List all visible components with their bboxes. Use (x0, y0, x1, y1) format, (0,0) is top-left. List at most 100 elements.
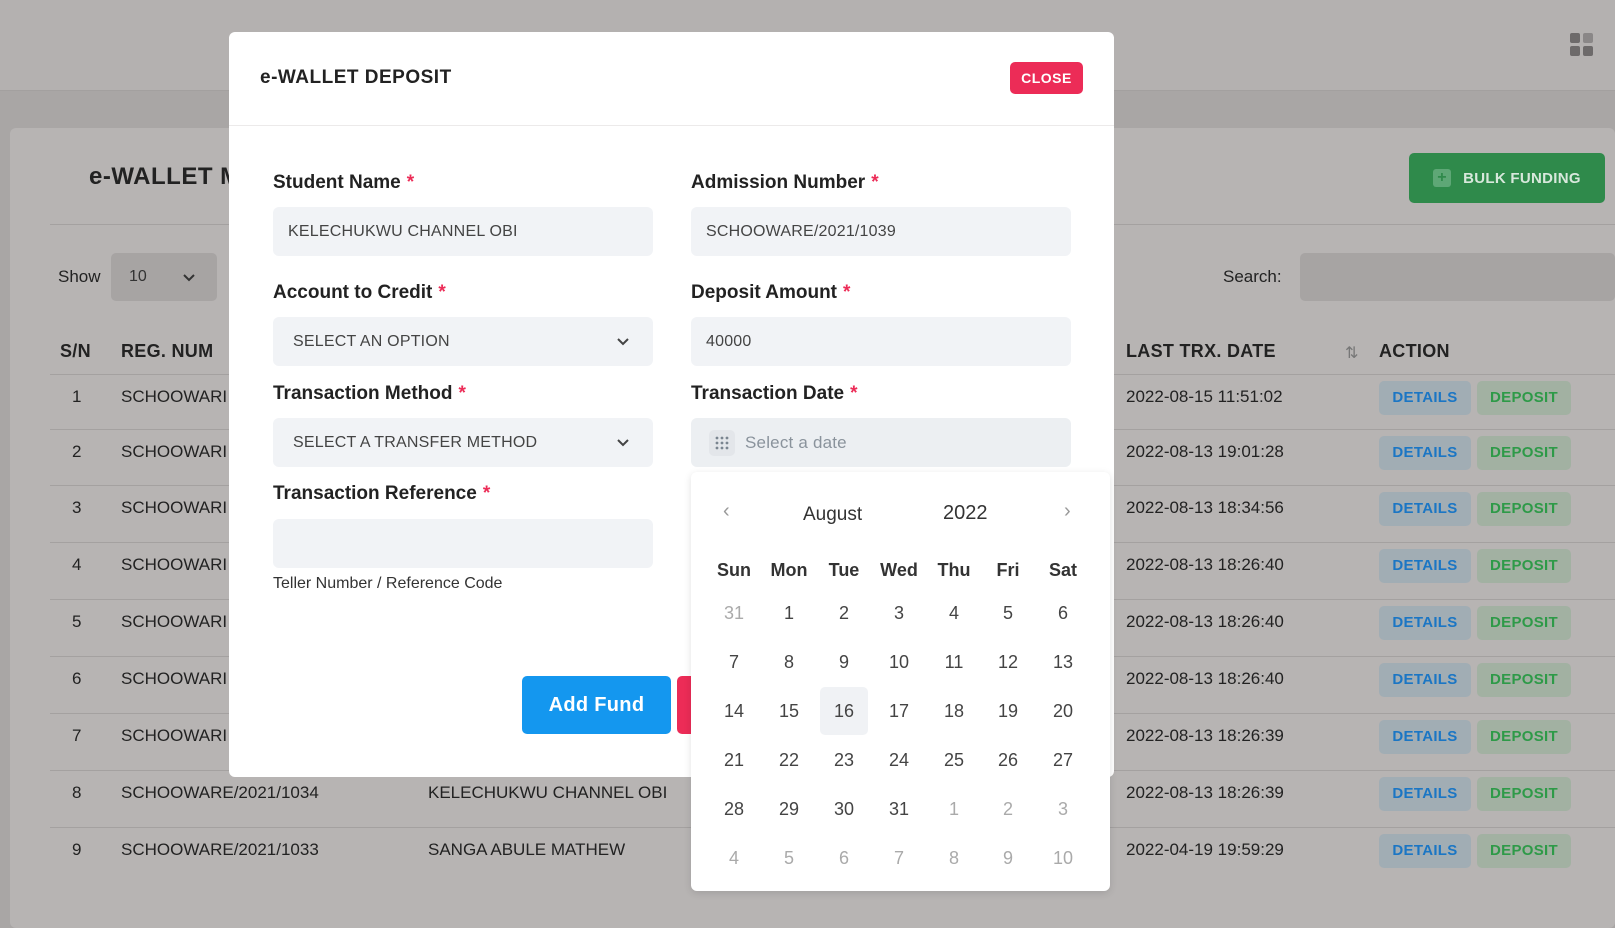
calendar-day[interactable]: 6 (820, 834, 868, 882)
admission-number-field[interactable]: SCHOOWARE/2021/1039 (691, 207, 1071, 256)
account-select[interactable]: SELECT AN OPTION (273, 317, 653, 366)
details-button[interactable]: DETAILS (1379, 492, 1471, 526)
calendar-day[interactable]: 28 (710, 785, 758, 833)
calendar-day[interactable]: 10 (1039, 834, 1087, 882)
calendar-day[interactable]: 3 (875, 589, 923, 637)
calendar-day[interactable]: 1 (930, 785, 978, 833)
row-reg-num: SCHOOWARI (121, 612, 228, 631)
row-sn: 1 (72, 387, 82, 406)
chevron-down-icon (617, 338, 629, 346)
calendar-year[interactable]: 2022 (943, 502, 988, 525)
calendar-day[interactable]: 2 (820, 589, 868, 637)
details-button[interactable]: DETAILS (1379, 606, 1471, 640)
deposit-button[interactable]: DEPOSIT (1477, 436, 1571, 470)
calendar-day[interactable]: 5 (765, 834, 813, 882)
calendar-day[interactable]: 1 (765, 589, 813, 637)
calendar-day[interactable]: 22 (765, 736, 813, 784)
calendar-day[interactable]: 27 (1039, 736, 1087, 784)
student-name-label: Student Name * (273, 172, 415, 193)
col-header-last-trx-date[interactable]: LAST TRX. DATE (1126, 341, 1276, 362)
details-button[interactable]: DETAILS (1379, 834, 1471, 868)
deposit-button[interactable]: DEPOSIT (1477, 381, 1571, 415)
close-button[interactable]: CLOSE (1010, 62, 1083, 94)
row-sn: 8 (72, 783, 82, 802)
calendar-day[interactable]: 20 (1039, 687, 1087, 735)
sort-icon[interactable]: ⇅ (1345, 343, 1358, 363)
calendar-day[interactable]: 25 (930, 736, 978, 784)
add-fund-button[interactable]: Add Fund (522, 676, 671, 734)
calendar-day[interactable]: 21 (710, 736, 758, 784)
search-input[interactable] (1300, 253, 1615, 301)
row-student-name: KELECHUKWU CHANNEL OBI (428, 783, 668, 802)
calendar-day[interactable]: 19 (984, 687, 1032, 735)
details-button[interactable]: DETAILS (1379, 777, 1471, 811)
calendar-day[interactable]: 4 (710, 834, 758, 882)
next-month-icon[interactable]: › (1064, 500, 1071, 523)
col-header-sn[interactable]: S/N (60, 341, 91, 362)
calendar-day[interactable]: 3 (1039, 785, 1087, 833)
calendar-day[interactable]: 17 (875, 687, 923, 735)
col-header-action: ACTION (1379, 341, 1450, 361)
calendar-month[interactable]: August (803, 504, 862, 526)
calendar-day[interactable]: 26 (984, 736, 1032, 784)
calendar-day[interactable]: 8 (930, 834, 978, 882)
student-name-field[interactable]: KELECHUKWU CHANNEL OBI (273, 207, 653, 256)
row-last-trx-date: 2022-08-15 11:51:02 (1126, 387, 1283, 406)
deposit-button[interactable]: DEPOSIT (1477, 492, 1571, 526)
row-reg-num: SCHOOWARI (121, 498, 228, 517)
page-title: e-WALLET M (89, 163, 241, 190)
calendar-day[interactable]: 24 (875, 736, 923, 784)
weekday-header: Mon (770, 560, 808, 580)
calendar-day[interactable]: 23 (820, 736, 868, 784)
details-button[interactable]: DETAILS (1379, 549, 1471, 583)
calendar-day[interactable]: 2 (984, 785, 1032, 833)
calendar-day[interactable]: 10 (875, 638, 923, 686)
deposit-button[interactable]: DEPOSIT (1477, 606, 1571, 640)
row-reg-num: SCHOOWARE/2021/1034 (121, 783, 319, 802)
calendar-day[interactable]: 15 (765, 687, 813, 735)
transaction-method-select[interactable]: SELECT A TRANSFER METHOD (273, 418, 653, 467)
calendar-day[interactable]: 5 (984, 589, 1032, 637)
calendar-day[interactable]: 14 (710, 687, 758, 735)
deposit-button[interactable]: DEPOSIT (1477, 663, 1571, 697)
calendar-day[interactable]: 29 (765, 785, 813, 833)
col-header-reg-num[interactable]: REG. NUM (121, 341, 213, 362)
details-button[interactable]: DETAILS (1379, 436, 1471, 470)
deposit-button[interactable]: DEPOSIT (1477, 549, 1571, 583)
calendar-day[interactable]: 4 (930, 589, 978, 637)
calendar-day[interactable]: 31 (875, 785, 923, 833)
row-reg-num: SCHOOWARI (121, 555, 228, 574)
modal-header: e-WALLET DEPOSIT CLOSE (229, 32, 1114, 126)
show-label: Show (58, 267, 101, 286)
calendar-day[interactable]: 30 (820, 785, 868, 833)
deposit-button[interactable]: DEPOSIT (1477, 777, 1571, 811)
calendar-day[interactable]: 31 (710, 589, 758, 637)
calendar-day[interactable]: 9 (820, 638, 868, 686)
row-sn: 6 (72, 669, 82, 688)
calendar-day[interactable]: 13 (1039, 638, 1087, 686)
weekday-header: Sun (717, 560, 751, 580)
details-button[interactable]: DETAILS (1379, 663, 1471, 697)
bulk-funding-button[interactable]: + BULK FUNDING (1409, 153, 1605, 203)
calendar-day[interactable]: 18 (930, 687, 978, 735)
calendar-day[interactable]: 7 (875, 834, 923, 882)
transaction-reference-label: Transaction Reference * (273, 483, 491, 504)
transaction-date-input[interactable]: Select a date (691, 418, 1071, 467)
calendar-day[interactable]: 6 (1039, 589, 1087, 637)
calendar-day[interactable]: 7 (710, 638, 758, 686)
deposit-button[interactable]: DEPOSIT (1477, 720, 1571, 754)
calendar-day[interactable]: 16 (820, 687, 868, 735)
details-button[interactable]: DETAILS (1379, 720, 1471, 754)
calendar-day[interactable]: 12 (984, 638, 1032, 686)
deposit-button[interactable]: DEPOSIT (1477, 834, 1571, 868)
page-size-select[interactable]: 10 (111, 253, 217, 301)
details-button[interactable]: DETAILS (1379, 381, 1471, 415)
calendar-day[interactable]: 8 (765, 638, 813, 686)
prev-month-icon[interactable]: ‹ (723, 500, 730, 523)
calendar-day[interactable]: 9 (984, 834, 1032, 882)
apps-grid-icon[interactable] (1570, 33, 1594, 57)
date-picker: ‹ August 2022 › Sun Mon Tue Wed Thu Fri Sat 31 1… (691, 472, 1110, 891)
calendar-day[interactable]: 11 (930, 638, 978, 686)
deposit-amount-input[interactable]: 40000 (691, 317, 1071, 366)
transaction-reference-input[interactable] (273, 519, 653, 568)
